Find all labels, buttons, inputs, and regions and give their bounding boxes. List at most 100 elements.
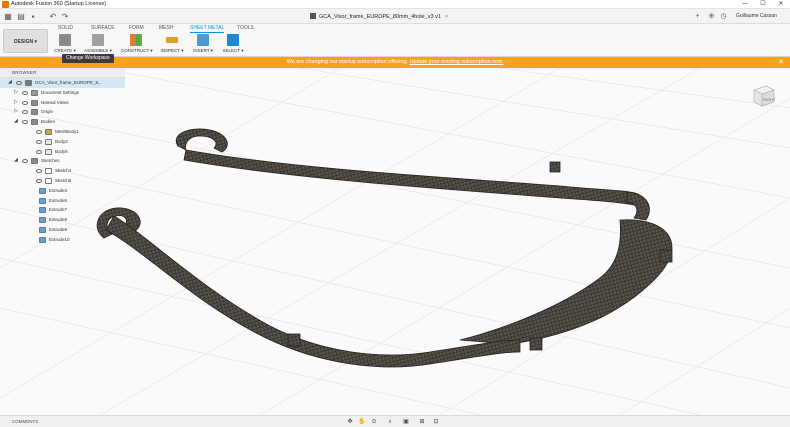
browser-tree: ◢ GCA_Visor_frame_EUROPE_8... ▷ Document Se… <box>0 78 125 245</box>
workspace-switcher[interactable]: DESIGN ▾ <box>3 29 48 53</box>
browser-item[interactable]: Sketch4 <box>0 166 125 176</box>
user-name[interactable]: Guillaume Cassan <box>736 11 777 22</box>
close-window-button[interactable]: ✕ <box>772 0 790 9</box>
assemble-group[interactable]: ASSEMBLE ▾ <box>83 34 113 56</box>
tab-solid[interactable]: SOLID <box>58 25 73 31</box>
expand-toggle-icon[interactable]: ▷ <box>14 98 18 108</box>
visibility-eye-icon[interactable] <box>36 178 42 183</box>
tab-mesh[interactable]: MESH <box>159 25 173 31</box>
browser-item[interactable]: ◢ Bodies <box>0 117 125 127</box>
browser-item[interactable]: ◢ Sketches <box>0 156 125 166</box>
browser-item-label: Document Settings <box>41 89 80 95</box>
expand-toggle-icon[interactable]: ◢ <box>14 117 18 127</box>
extrude-icon <box>39 217 46 224</box>
view-cube-label: RIGHT <box>763 97 776 102</box>
browser-item-label: Bodies <box>41 119 55 125</box>
view-cube[interactable]: RIGHT <box>748 80 778 110</box>
expand-toggle-icon[interactable]: ▷ <box>14 107 18 117</box>
expand-toggle-icon[interactable]: ◢ <box>14 156 18 166</box>
browser-item[interactable]: Extrude10 <box>0 235 125 245</box>
orbit-tool-icon[interactable]: ✥ <box>346 418 354 426</box>
visibility-eye-icon[interactable] <box>36 169 42 174</box>
browser-item-label: Extrude7 <box>49 207 68 213</box>
inspect-group[interactable]: INSPECT ▾ <box>157 34 187 56</box>
extensions-icon[interactable]: ⊕ <box>706 11 717 22</box>
visibility-eye-icon[interactable] <box>36 149 42 154</box>
display-settings-icon[interactable]: ▣ <box>402 418 410 426</box>
visibility-eye-icon[interactable] <box>22 100 28 105</box>
browser-item[interactable]: Body6 <box>0 147 125 157</box>
tab-form[interactable]: FORM <box>129 25 144 31</box>
close-tab-icon[interactable]: × <box>445 14 448 20</box>
browser-item[interactable]: Extrude3 <box>0 186 125 196</box>
visibility-eye-icon[interactable] <box>22 90 28 95</box>
visibility-eye-icon[interactable] <box>36 139 42 144</box>
browser-item[interactable]: Body2 <box>0 137 125 147</box>
tab-tools[interactable]: TOOLS <box>237 25 254 31</box>
banner-close-icon[interactable]: ✕ <box>778 57 784 68</box>
browser-item[interactable]: ◢ GCA_Visor_frame_EUROPE_8... <box>0 78 125 88</box>
browser-item[interactable]: MeshBody1 <box>0 127 125 137</box>
folder-icon <box>31 119 38 126</box>
minimize-button[interactable]: — <box>736 0 754 9</box>
frame-upper-curl <box>175 128 228 153</box>
browser-item-label: Extrude8 <box>49 217 68 223</box>
visor-frame-model[interactable] <box>96 128 673 368</box>
visibility-eye-icon[interactable] <box>36 129 42 134</box>
body-icon <box>45 148 52 155</box>
tab-sheet-metal[interactable]: SHEET METAL <box>190 25 225 33</box>
expand-toggle-icon[interactable]: ◢ <box>8 78 12 88</box>
sketch-icon <box>45 177 52 184</box>
browser-item[interactable]: ▷ Origin <box>0 107 125 117</box>
title-bar: Autodesk Fusion 360 (Startup License) — … <box>0 0 790 9</box>
new-tab-icon[interactable]: + <box>692 11 703 22</box>
file-icon[interactable]: ▤ <box>16 12 26 21</box>
grid-menu-icon[interactable]: ▦ <box>3 12 13 21</box>
look-at-tool-icon[interactable]: ⊙ <box>370 418 378 426</box>
frame-tab <box>549 161 561 173</box>
tab-surface[interactable]: SURFACE <box>91 25 115 31</box>
redo-icon[interactable]: ↷ <box>60 12 70 21</box>
sketch-icon <box>45 168 52 175</box>
browser-header[interactable]: BROWSER <box>0 68 125 78</box>
browser-item[interactable]: Extrude9 <box>0 225 125 235</box>
frame-lower-arm <box>105 215 521 368</box>
visibility-eye-icon[interactable] <box>22 110 28 115</box>
comments-panel[interactable]: COMMENTS <box>12 416 38 427</box>
create-group[interactable]: CREATE ▾ <box>50 34 80 56</box>
viewport-settings-icon[interactable]: ⊡ <box>432 418 440 426</box>
browser-item-label: Sketches <box>41 158 60 164</box>
maximize-button[interactable]: ☐ <box>754 0 772 9</box>
mesh-body-icon <box>45 128 52 135</box>
select-label: SELECT ▾ <box>222 48 244 53</box>
browser-item[interactable]: ▷ Named Views <box>0 98 125 108</box>
document-tab-label: GCA_Visor_frame_EUROPE_80mm_4hole_v3 v1 <box>319 14 441 20</box>
banner-link[interactable]: Update your existing subscription now. <box>410 59 504 65</box>
status-bar: COMMENTS ✥ ✋ ⊙ ⌕ ▣ ⊞ ⊡ <box>0 415 790 427</box>
pan-tool-icon[interactable]: ✋ <box>358 418 366 426</box>
visibility-eye-icon[interactable] <box>22 159 28 164</box>
visibility-eye-icon[interactable] <box>22 120 28 125</box>
zoom-tool-icon[interactable]: ⌕ <box>386 418 394 426</box>
construct-group[interactable]: CONSTRUCT ▾ <box>121 34 153 56</box>
document-tab[interactable]: GCA_Visor_frame_EUROPE_80mm_4hole_v3 v1 × <box>310 11 448 23</box>
insert-icon <box>197 34 209 46</box>
browser-item[interactable]: Extrude5 <box>0 196 125 206</box>
browser-item[interactable]: Sketch5 <box>0 176 125 186</box>
expand-toggle-icon[interactable]: ▷ <box>14 88 18 98</box>
grid-settings-icon[interactable]: ⊞ <box>418 418 426 426</box>
visibility-eye-icon[interactable] <box>16 81 22 85</box>
view-cube-icon: RIGHT <box>753 85 776 107</box>
save-icon[interactable]: ▪ <box>28 12 38 21</box>
notifications-icon[interactable]: ◷ <box>718 11 729 22</box>
folder-icon <box>31 158 38 165</box>
undo-icon[interactable]: ↶ <box>48 12 58 21</box>
inspect-label: INSPECT ▾ <box>160 48 184 53</box>
browser-item[interactable]: Extrude8 <box>0 215 125 225</box>
insert-group[interactable]: INSERT ▾ <box>188 34 218 56</box>
extrude-icon <box>39 226 46 233</box>
browser-item[interactable]: Extrude7 <box>0 205 125 215</box>
extrude-icon <box>39 207 46 214</box>
select-group[interactable]: SELECT ▾ <box>218 34 248 56</box>
browser-item[interactable]: ▷ Document Settings <box>0 88 125 98</box>
